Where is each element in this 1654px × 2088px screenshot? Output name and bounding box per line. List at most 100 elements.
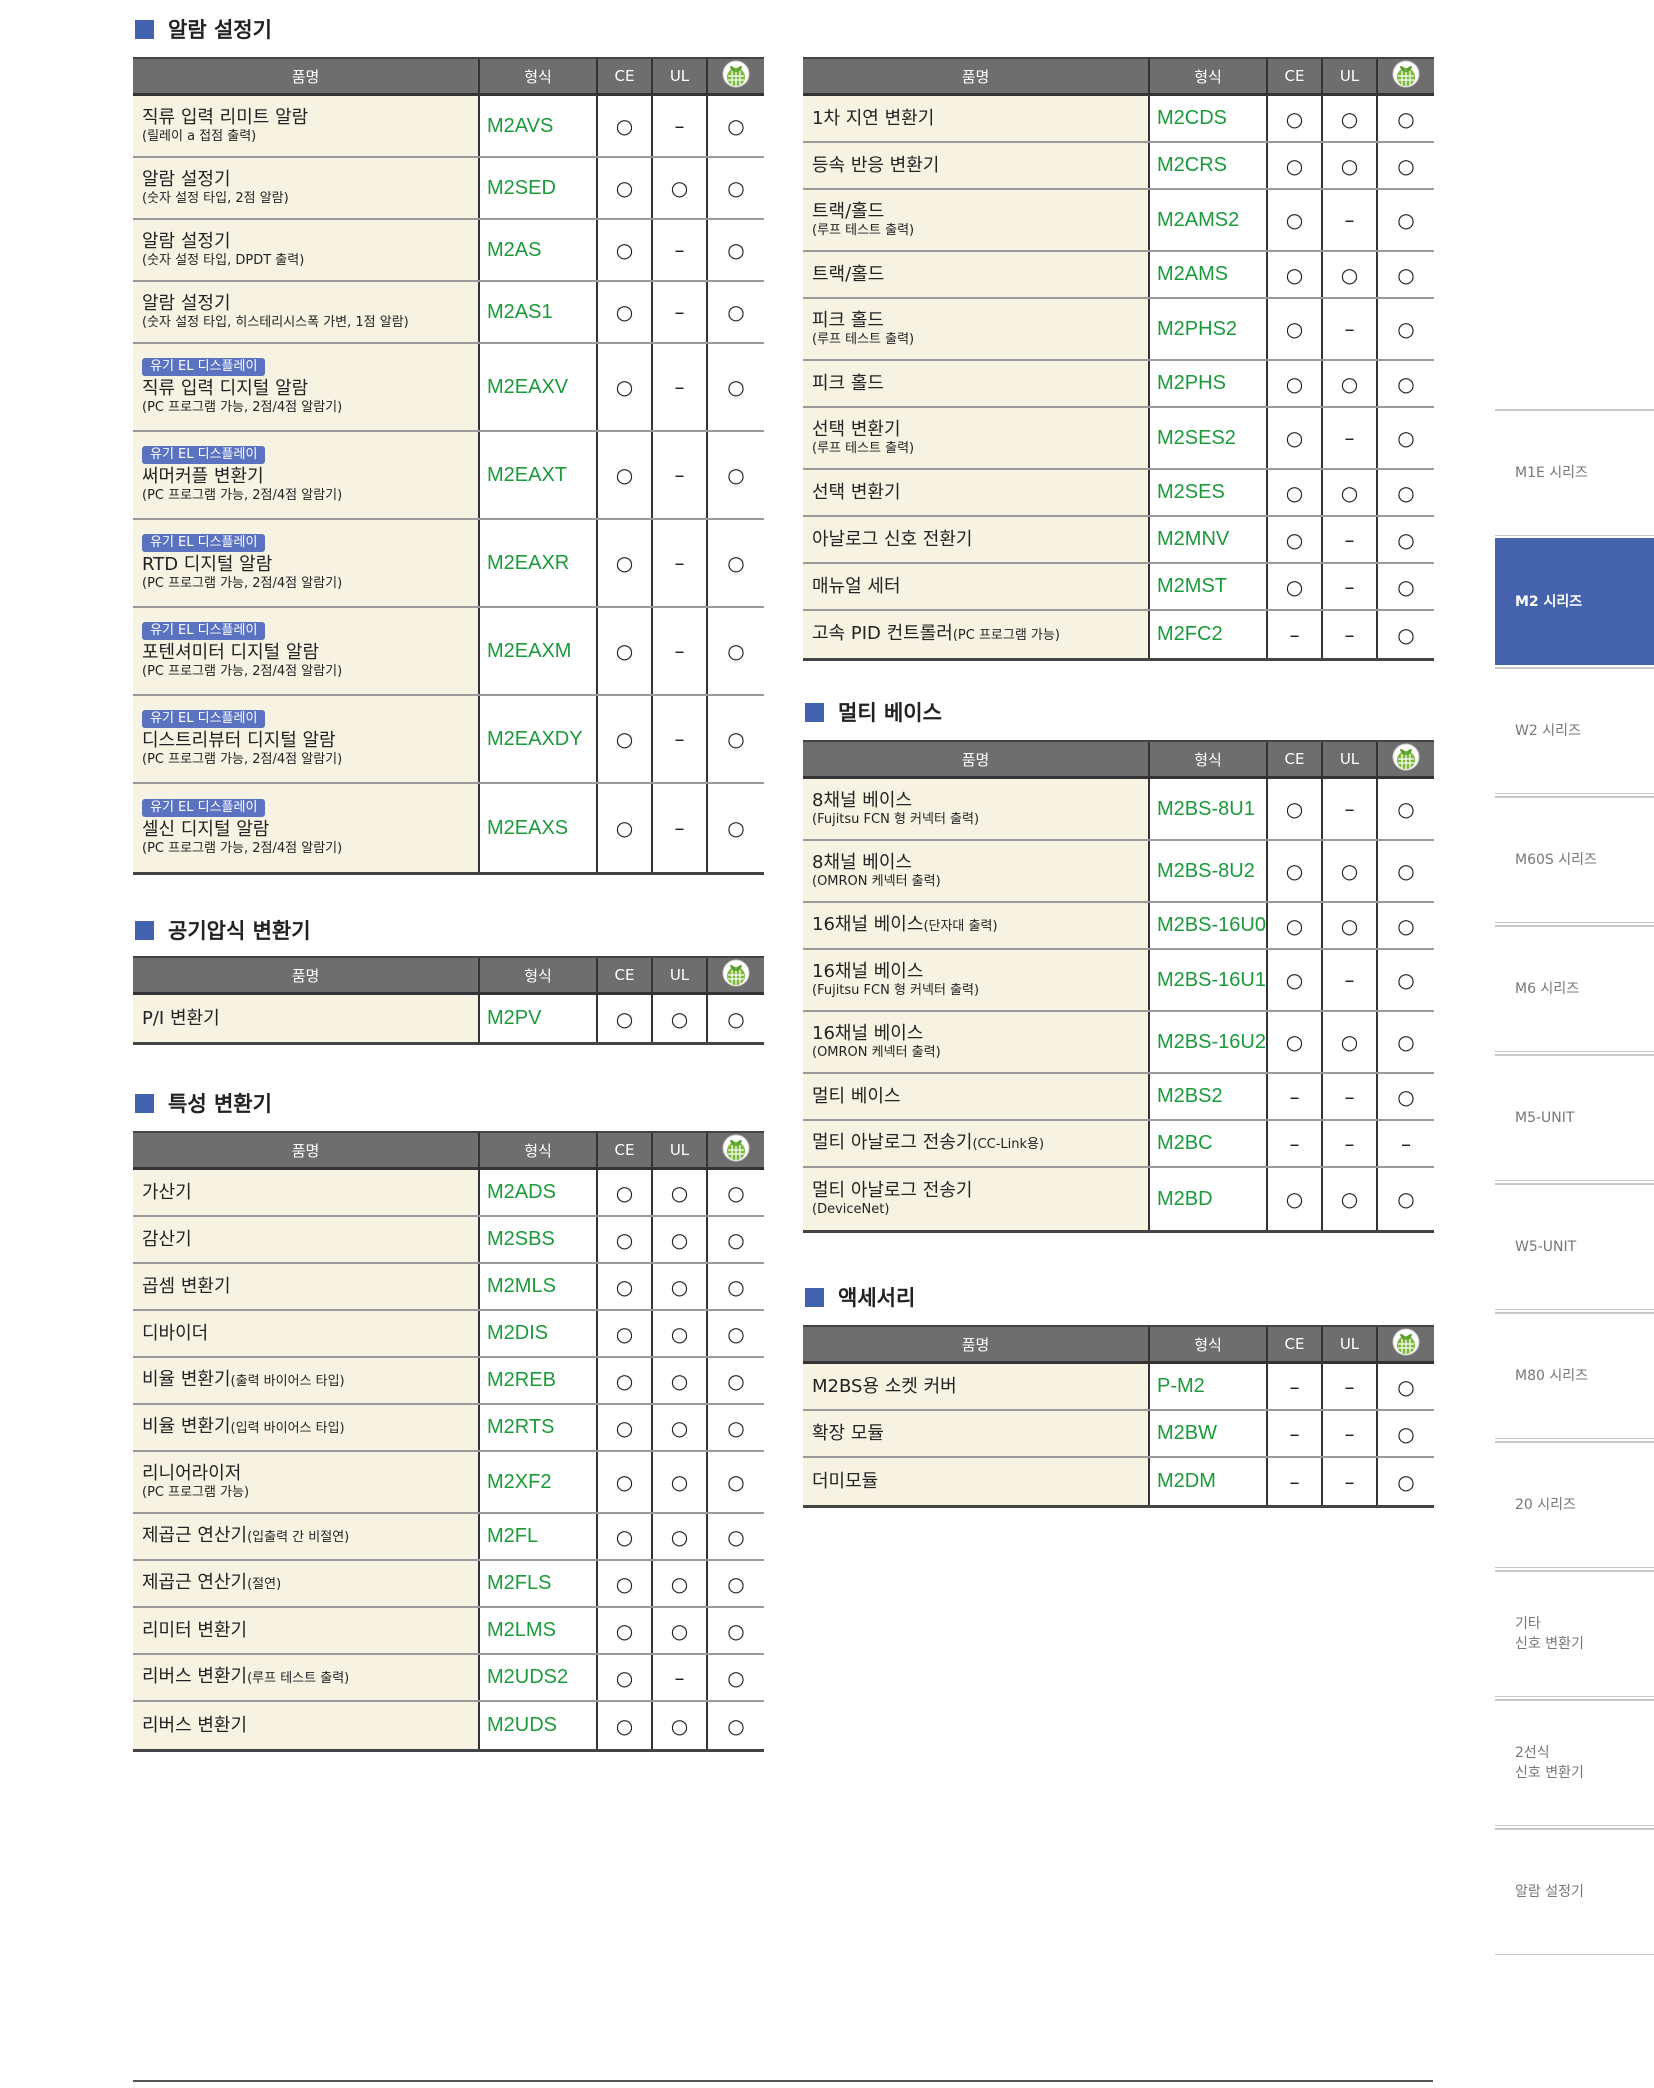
ce-mark: –	[1268, 611, 1323, 658]
header-eco	[1378, 59, 1434, 93]
table-row: 비율 변환기(입력 바이어스 타입) M2RTS ○ ○ ○	[133, 1405, 764, 1452]
eco-mark: ○	[727, 1470, 745, 1494]
sidebar-item[interactable]: M2 시리즈	[1495, 538, 1654, 665]
accessory-table: 품명 형식 CE UL M2BS용 소켓 커버 P-M2– – ○ 확장 모듈 M2BW – – ○ 더미…	[803, 1325, 1434, 1508]
ce-mark: ○	[1268, 470, 1323, 515]
sidebar-item[interactable]: M80 시리즈	[1495, 1312, 1654, 1439]
model-code[interactable]: M2MNV	[1150, 517, 1268, 562]
model-code[interactable]: M2EAXV	[480, 344, 598, 430]
model-code[interactable]: M2FLS	[480, 1561, 598, 1606]
model-code[interactable]: M2PV	[480, 995, 598, 1042]
model-code[interactable]: M2BS-8U1	[1150, 779, 1268, 839]
product-name: 디바이더	[142, 1322, 209, 1344]
model-code[interactable]: M2SED	[480, 158, 598, 218]
table-row: 리니어라이저 (PC 프로그램 가능) M2XF2 ○ ○ ○	[133, 1452, 764, 1514]
eco-mark: ○	[727, 551, 745, 575]
model-code[interactable]: M2UDS	[480, 1702, 598, 1749]
product-name-cell: 더미모듈	[803, 1458, 1150, 1505]
table-row: 16채널 베이스(단자대 출력) M2BS-16U0 ○ ○ ○	[803, 903, 1434, 950]
sidebar-item[interactable]: 2선식 신호 변환기	[1495, 1699, 1654, 1826]
model-code[interactable]: M2BS-8U2	[1150, 841, 1268, 901]
product-note: (단자대 출력)	[923, 918, 998, 934]
ce-mark: –	[1268, 1074, 1323, 1119]
model-code[interactable]: M2PHS2	[1150, 299, 1268, 359]
product-note: (입출력 간 비절연)	[247, 1529, 350, 1545]
model-code[interactable]: M2MLS	[480, 1264, 598, 1309]
header-model: 형식	[1150, 1327, 1268, 1361]
product-name-cell: 8채널 베이스 (Fujitsu FCN 형 커넥터 출력)	[803, 779, 1150, 839]
ul-mark: –	[653, 220, 708, 280]
eco-mark: ○	[727, 1006, 745, 1031]
sidebar-item[interactable]: M1E 시리즈	[1495, 409, 1654, 536]
model-code[interactable]: M2UDS2	[480, 1655, 598, 1700]
misc-converter-table: 품명 형식 CE UL 1차 지연 변환기 M2CDS ○ ○ ○ 등속 반응 변환기 M2CRS ○…	[803, 57, 1434, 661]
model-code[interactable]: M2AVS	[480, 96, 598, 156]
model-code[interactable]: M2CRS	[1150, 143, 1268, 188]
model-code[interactable]: M2REB	[480, 1358, 598, 1403]
model-code[interactable]: M2PHS	[1150, 361, 1268, 406]
sidebar-item[interactable]: W2 시리즈	[1495, 667, 1654, 794]
product-name: 매뉴얼 세터	[812, 575, 901, 597]
product-name: 비율 변환기(입력 바이어스 타입)	[142, 1415, 345, 1437]
product-name: 곱셈 변환기	[142, 1275, 231, 1297]
sidebar-item[interactable]: 기타 신호 변환기	[1495, 1570, 1654, 1697]
table-row: P/I 변환기 M2PV ○ ○ ○	[133, 995, 764, 1042]
table-row: 트랙/홀드 (루프 테스트 출력) M2AMS2 ○ – ○	[803, 190, 1434, 252]
eco-leaf-icon	[1392, 1328, 1420, 1360]
product-name-cell: 피크 홀드 (루프 테스트 출력)	[803, 299, 1150, 359]
model-code[interactable]: M2AS	[480, 220, 598, 280]
product-name-cell: 알람 설정기 (숫자 설정 타입, DPDT 출력)	[133, 220, 480, 280]
model-code[interactable]: M2SES	[1150, 470, 1268, 515]
table-row: 선택 변환기 M2SES ○ ○ ○	[803, 470, 1434, 517]
model-code[interactable]: M2AMS2	[1150, 190, 1268, 250]
model-code[interactable]: M2ADS	[480, 1170, 598, 1215]
model-code[interactable]: M2DIS	[480, 1311, 598, 1356]
sidebar-item[interactable]: M5-UNIT	[1495, 1054, 1654, 1181]
eco-mark: ○	[1397, 153, 1415, 178]
product-subtitle: (PC 프로그램 가능, 2점/4점 알람기)	[142, 841, 343, 856]
model-code[interactable]: M2EAXDY	[480, 696, 598, 782]
model-code[interactable]: M2FC2	[1150, 611, 1268, 658]
model-code[interactable]: M2BD	[1150, 1168, 1268, 1230]
header-name: 품명	[803, 59, 1150, 93]
eco-mark: ○	[1397, 1084, 1415, 1109]
model-code[interactable]: M2SBS	[480, 1217, 598, 1262]
model-code[interactable]: M2EAXM	[480, 608, 598, 694]
model-code[interactable]: P-M2	[1150, 1364, 1268, 1409]
table-row: 등속 반응 변환기 M2CRS ○ ○ ○	[803, 143, 1434, 190]
model-code[interactable]: M2XF2	[480, 1452, 598, 1512]
model-code[interactable]: M2BS-16U0	[1150, 903, 1268, 948]
model-code[interactable]: M2EAXT	[480, 432, 598, 518]
model-code[interactable]: M2FL	[480, 1514, 598, 1559]
ul-mark: ○	[653, 1264, 708, 1309]
model-code[interactable]: M2BW	[1150, 1411, 1268, 1456]
model-code[interactable]: M2BS-16U1	[1150, 950, 1268, 1010]
sidebar-item[interactable]: 알람 설정기	[1495, 1828, 1654, 1955]
sidebar-item[interactable]: M6 시리즈	[1495, 925, 1654, 1052]
model-code[interactable]: M2DM	[1150, 1458, 1268, 1505]
model-code[interactable]: M2EAXR	[480, 520, 598, 606]
product-name-cell: 등속 반응 변환기	[803, 143, 1150, 188]
model-code[interactable]: M2AS1	[480, 282, 598, 342]
sidebar-item[interactable]: 20 시리즈	[1495, 1441, 1654, 1568]
eco-mark: ○	[727, 176, 745, 200]
model-code[interactable]: M2BS2	[1150, 1074, 1268, 1119]
eco-mark: ○	[1397, 574, 1415, 599]
model-code[interactable]: M2AMS	[1150, 252, 1268, 297]
model-code[interactable]: M2LMS	[480, 1608, 598, 1653]
product-name: 제곱근 연산기(절연)	[142, 1571, 282, 1593]
ce-mark: ○	[598, 96, 653, 156]
model-code[interactable]: M2BS-16U2	[1150, 1012, 1268, 1072]
ul-mark: ○	[653, 1405, 708, 1450]
model-code[interactable]: M2SES2	[1150, 408, 1268, 468]
product-name-cell: 고속 PID 컨트롤러(PC 프로그램 가능)	[803, 611, 1150, 658]
product-name: 더미모듈	[812, 1470, 879, 1492]
model-code[interactable]: M2RTS	[480, 1405, 598, 1450]
sidebar-item[interactable]: M60S 시리즈	[1495, 796, 1654, 923]
model-code[interactable]: M2MST	[1150, 564, 1268, 609]
table-row: 피크 홀드 M2PHS ○ ○ ○	[803, 361, 1434, 408]
model-code[interactable]: M2EAXS	[480, 784, 598, 872]
sidebar-item[interactable]: W5-UNIT	[1495, 1183, 1654, 1310]
model-code[interactable]: M2BC	[1150, 1121, 1268, 1166]
model-code[interactable]: M2CDS	[1150, 96, 1268, 141]
